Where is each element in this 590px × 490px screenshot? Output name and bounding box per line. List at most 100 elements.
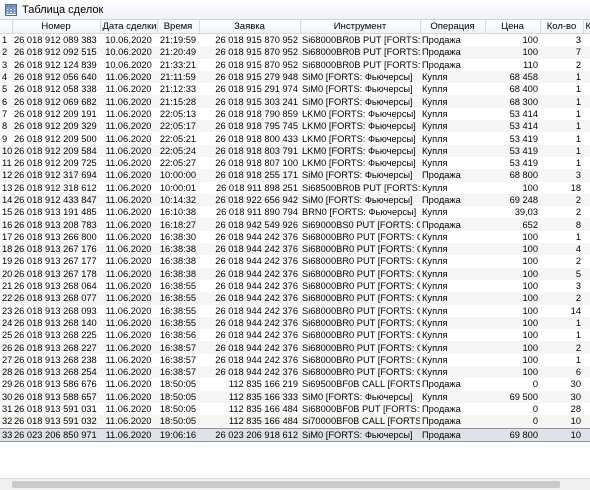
table-cell: 68 458 xyxy=(485,70,540,84)
column-header[interactable]: Время xyxy=(157,20,200,34)
table-row[interactable]: 11 26 018 912 209 725 11.06.2020 22:05:27 26… xyxy=(0,156,590,170)
table-cell xyxy=(583,230,590,244)
table-row[interactable]: 2 26 018 912 092 515 10.06.2020 21:20:49 26 … xyxy=(0,46,590,59)
table-cell: Купля xyxy=(420,366,485,379)
table-cell: 11.06.2020 xyxy=(100,341,157,354)
table-cell: 11.06.2020 xyxy=(100,279,157,293)
table-cell: 100 xyxy=(485,46,540,59)
table-cell: Купля xyxy=(420,353,485,367)
table-cell: 2 xyxy=(540,292,583,305)
table-cell xyxy=(583,390,590,403)
table-cell: 26 018 913 268 225 xyxy=(12,329,100,342)
scrollbar-thumb[interactable] xyxy=(12,481,560,488)
table-cell: Купля xyxy=(420,329,485,342)
table-cell: Si68000BR0 PUT [FORTS: Опци xyxy=(300,329,420,342)
table-row[interactable]: 33 26 023 206 850 971 11.06.2020 19:06:16 26… xyxy=(0,427,590,442)
table-cell: 26 018 913 267 178 xyxy=(12,267,100,280)
table-row[interactable]: 6 26 018 912 069 682 11.06.2020 21:15:28 26 … xyxy=(0,95,590,108)
table-row[interactable]: 23 26 018 913 268 093 11.06.2020 16:38:55 26… xyxy=(0,304,590,317)
table-cell: 2 xyxy=(540,58,583,71)
table-cell: 21 xyxy=(0,279,12,293)
table-row[interactable]: 4 26 018 912 056 640 11.06.2020 21:11:59 26 … xyxy=(0,70,590,84)
table-cell: 11.06.2020 xyxy=(100,255,157,268)
table-cell: 14 xyxy=(0,193,12,207)
table-cell: 26 018 912 069 682 xyxy=(12,95,100,108)
table-row[interactable]: 15 26 018 913 191 485 11.06.2020 16:10:38 26… xyxy=(0,206,590,219)
table-row[interactable]: 29 26 018 913 586 676 11.06.2020 18:50:05 11… xyxy=(0,378,590,391)
table-row[interactable]: 7 26 018 912 209 191 11.06.2020 22:05:13 26 … xyxy=(0,107,590,121)
table-row[interactable]: 18 26 018 913 267 176 11.06.2020 16:38:38 26… xyxy=(0,243,590,256)
column-header[interactable]: Номер xyxy=(12,20,101,34)
table-cell: Si68000BR0 PUT [FORTS: Опци xyxy=(300,243,420,256)
table-cell: Продажа xyxy=(420,33,485,47)
table-cell: Купля xyxy=(420,181,485,194)
table-cell: 11.06.2020 xyxy=(100,120,157,133)
table-cell: 26 018 913 208 783 xyxy=(12,218,100,231)
table-row[interactable]: 28 26 018 913 268 254 11.06.2020 16:38:57 26… xyxy=(0,366,590,379)
table-cell: 100 xyxy=(485,366,540,379)
table-row[interactable]: 5 26 018 912 058 338 11.06.2020 21:12:33 26 … xyxy=(0,83,590,96)
table-row[interactable]: 9 26 018 912 209 500 11.06.2020 22:05:21 26 … xyxy=(0,132,590,145)
table-cell: 26 018 912 433 847 xyxy=(12,193,100,207)
table-cell: 4 xyxy=(540,243,583,256)
table-cell: 26 018 915 291 974 xyxy=(199,83,300,96)
table-row[interactable]: 20 26 018 913 267 178 11.06.2020 16:38:38 26… xyxy=(0,267,590,280)
table-row[interactable]: 1 26 018 912 089 383 10.06.2020 21:19:59 26 … xyxy=(0,33,590,47)
table-cell: 16:10:38 xyxy=(157,206,199,219)
table-cell: 100 xyxy=(485,292,540,305)
table-row[interactable]: 32 26 018 913 591 032 11.06.2020 18:50:05 11… xyxy=(0,415,590,428)
column-header[interactable]: Дата сделки xyxy=(100,20,158,34)
table-cell: 53 414 xyxy=(485,120,540,133)
table-cell: 26 018 944 242 376 xyxy=(199,341,300,354)
column-header[interactable]: Заявка xyxy=(199,20,301,34)
table-cell: 100 xyxy=(485,341,540,354)
table-cell: 3 xyxy=(540,279,583,293)
table-row[interactable]: 22 26 018 913 268 077 11.06.2020 16:38:55 26… xyxy=(0,292,590,305)
table-row[interactable]: 13 26 018 912 318 612 11.06.2020 10:00:01 26… xyxy=(0,181,590,194)
table-cell: 6 xyxy=(0,95,12,108)
table-row[interactable]: 27 26 018 913 268 238 11.06.2020 16:38:57 26… xyxy=(0,353,590,367)
table-row[interactable]: 12 26 018 912 317 694 11.06.2020 10:00:00 26… xyxy=(0,169,590,182)
table-cell xyxy=(583,181,590,194)
table-cell: Купля xyxy=(420,107,485,121)
table-cell: 26 023 206 850 971 xyxy=(12,427,100,442)
table-cell: 23 xyxy=(0,304,12,317)
table-cell: 11.06.2020 xyxy=(100,390,157,403)
column-header[interactable] xyxy=(0,20,13,34)
table-cell: Si68000BR0B PUT [FORTS: Опци xyxy=(300,33,420,47)
table-cell: 26 018 918 795 745 xyxy=(199,120,300,133)
table-row[interactable]: 10 26 018 912 209 584 11.06.2020 22:05:24 26… xyxy=(0,144,590,157)
table-row[interactable]: 14 26 018 912 433 847 11.06.2020 10:14:32 26… xyxy=(0,193,590,207)
table-row[interactable]: 24 26 018 913 268 140 11.06.2020 16:38:55 26… xyxy=(0,316,590,330)
column-header[interactable]: Ком xyxy=(583,20,590,34)
table-row[interactable]: 26 26 018 913 268 227 11.06.2020 16:38:57 26… xyxy=(0,341,590,354)
table-cell: 26 018 915 870 952 xyxy=(199,33,300,47)
table-cell: 69 500 xyxy=(485,390,540,403)
table-cell: 11.06.2020 xyxy=(100,353,157,367)
table-cell: 20 xyxy=(0,267,12,280)
table-row[interactable]: 30 26 018 913 588 657 11.06.2020 18:50:05 11… xyxy=(0,390,590,403)
column-header[interactable]: Операция xyxy=(420,20,486,34)
table-row[interactable]: 31 26 018 913 591 031 11.06.2020 18:50:05 11… xyxy=(0,402,590,416)
table-row[interactable]: 25 26 018 913 268 225 11.06.2020 16:38:56 26… xyxy=(0,329,590,342)
table-cell: 21:33:21 xyxy=(157,58,199,71)
column-header[interactable]: Инструмент xyxy=(300,20,421,34)
table-cell: Si68000BR0 PUT [FORTS: Опци xyxy=(300,255,420,268)
horizontal-scrollbar[interactable] xyxy=(0,478,590,490)
table-row[interactable]: 17 26 018 913 266 800 11.06.2020 16:38:30 26… xyxy=(0,230,590,244)
table-row[interactable]: 21 26 018 913 268 064 11.06.2020 16:38:55 26… xyxy=(0,279,590,293)
table-row[interactable]: 19 26 018 913 267 177 11.06.2020 16:38:38 26… xyxy=(0,255,590,268)
table-cell: SiM0 [FORTS: Фьючерсы] xyxy=(300,193,420,207)
table-cell: Купля xyxy=(420,304,485,317)
table-row[interactable]: 8 26 018 912 209 329 11.06.2020 22:05:17 26 … xyxy=(0,120,590,133)
column-header[interactable]: Цена xyxy=(485,20,541,34)
column-header[interactable]: Кол-во xyxy=(540,20,584,34)
table-row[interactable]: 16 26 018 913 208 783 11.06.2020 16:18:27 26… xyxy=(0,218,590,231)
table-cell: Si69500BF0B CALL [FORTS: Опци xyxy=(300,378,420,391)
table-cell: Купля xyxy=(420,255,485,268)
table-cell: 26 018 913 267 176 xyxy=(12,243,100,256)
table-row[interactable]: 3 26 018 912 124 839 10.06.2020 21:33:21 26 … xyxy=(0,58,590,71)
table-cell xyxy=(583,279,590,293)
table-cell: 11.06.2020 xyxy=(100,427,157,442)
table-cell: LKM0 [FORTS: Фьючерсы] xyxy=(300,132,420,145)
